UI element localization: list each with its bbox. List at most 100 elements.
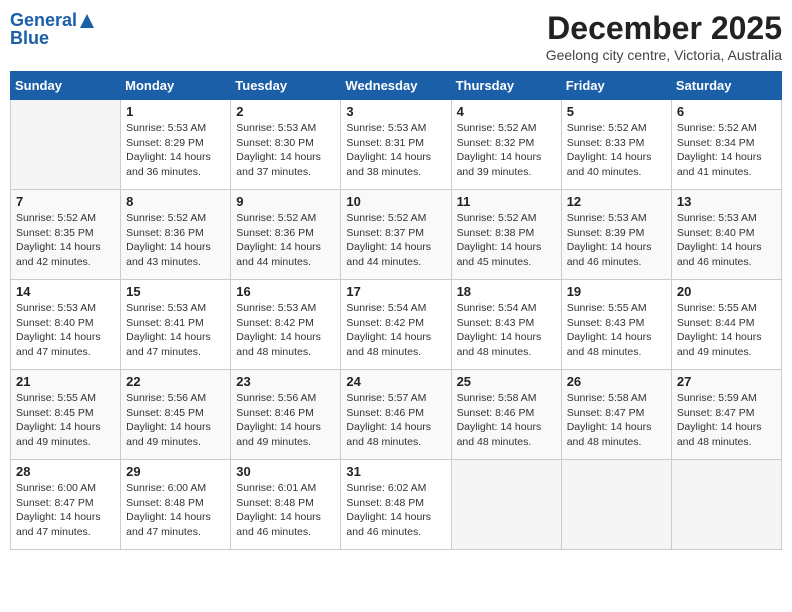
- calendar-cell: [451, 460, 561, 550]
- day-info: Sunrise: 5:53 AMSunset: 8:42 PMDaylight:…: [236, 301, 335, 360]
- day-number: 15: [126, 284, 225, 299]
- day-info: Sunrise: 6:00 AMSunset: 8:47 PMDaylight:…: [16, 481, 115, 540]
- calendar-cell: 31 Sunrise: 6:02 AMSunset: 8:48 PMDayligh…: [341, 460, 451, 550]
- day-number: 24: [346, 374, 445, 389]
- calendar-cell: 17 Sunrise: 5:54 AMSunset: 8:42 PMDayligh…: [341, 280, 451, 370]
- calendar-cell: 6Sunrise: 5:52 AMSunset: 8:34 PMDaylight…: [671, 100, 781, 190]
- day-number: 5: [567, 104, 666, 119]
- calendar-cell: 8 Sunrise: 5:52 AMSunset: 8:36 PMDaylight…: [121, 190, 231, 280]
- calendar-header-thursday: Thursday: [451, 72, 561, 100]
- calendar-cell: 10 Sunrise: 5:52 AMSunset: 8:37 PMDayligh…: [341, 190, 451, 280]
- calendar-header-monday: Monday: [121, 72, 231, 100]
- day-number: 10: [346, 194, 445, 209]
- location-text: Geelong city centre, Victoria, Australia: [546, 47, 782, 63]
- day-number: 31: [346, 464, 445, 479]
- day-info: Sunrise: 5:53 AMSunset: 8:40 PMDaylight:…: [677, 211, 776, 270]
- day-number: 19: [567, 284, 666, 299]
- day-info: Sunrise: 5:55 AMSunset: 8:43 PMDaylight:…: [567, 301, 666, 360]
- day-number: 26: [567, 374, 666, 389]
- calendar-cell: [671, 460, 781, 550]
- day-number: 7: [16, 194, 115, 209]
- day-info: Sunrise: 5:53 AMSunset: 8:31 PMDaylight:…: [346, 121, 445, 180]
- day-info: Sunrise: 5:54 AMSunset: 8:42 PMDaylight:…: [346, 301, 445, 360]
- day-number: 16: [236, 284, 335, 299]
- calendar-week-row: 14 Sunrise: 5:53 AMSunset: 8:40 PMDayligh…: [11, 280, 782, 370]
- day-info: Sunrise: 5:56 AMSunset: 8:45 PMDaylight:…: [126, 391, 225, 450]
- calendar-cell: 16 Sunrise: 5:53 AMSunset: 8:42 PMDayligh…: [231, 280, 341, 370]
- calendar-cell: 3 Sunrise: 5:53 AMSunset: 8:31 PMDaylight…: [341, 100, 451, 190]
- day-info: Sunrise: 5:53 AMSunset: 8:29 PMDaylight:…: [126, 121, 225, 180]
- calendar-cell: 4 Sunrise: 5:52 AMSunset: 8:32 PMDaylight…: [451, 100, 561, 190]
- day-info: Sunrise: 5:52 AMSunset: 8:36 PMDaylight:…: [236, 211, 335, 270]
- day-number: 17: [346, 284, 445, 299]
- page-header: General Blue December 2025 Geelong city …: [10, 10, 782, 63]
- day-number: 4: [457, 104, 556, 119]
- day-info: Sunrise: 5:52 AMSunset: 8:34 PMDaylight:…: [677, 121, 776, 180]
- calendar-header-sunday: Sunday: [11, 72, 121, 100]
- day-number: 1: [126, 104, 225, 119]
- calendar-cell: 2 Sunrise: 5:53 AMSunset: 8:30 PMDaylight…: [231, 100, 341, 190]
- calendar-cell: 12Sunrise: 5:53 AMSunset: 8:39 PMDayligh…: [561, 190, 671, 280]
- calendar-week-row: 28Sunrise: 6:00 AMSunset: 8:47 PMDayligh…: [11, 460, 782, 550]
- day-number: 21: [16, 374, 115, 389]
- day-info: Sunrise: 5:55 AMSunset: 8:45 PMDaylight:…: [16, 391, 115, 450]
- calendar-cell: 22 Sunrise: 5:56 AMSunset: 8:45 PMDayligh…: [121, 370, 231, 460]
- calendar-header-saturday: Saturday: [671, 72, 781, 100]
- day-number: 20: [677, 284, 776, 299]
- logo-blue-text: Blue: [10, 28, 96, 49]
- day-number: 14: [16, 284, 115, 299]
- day-info: Sunrise: 5:52 AMSunset: 8:36 PMDaylight:…: [126, 211, 225, 270]
- calendar-cell: 26 Sunrise: 5:58 AMSunset: 8:47 PMDayligh…: [561, 370, 671, 460]
- day-number: 27: [677, 374, 776, 389]
- calendar-cell: 27 Sunrise: 5:59 AMSunset: 8:47 PMDayligh…: [671, 370, 781, 460]
- calendar-cell: 29 Sunrise: 6:00 AMSunset: 8:48 PMDayligh…: [121, 460, 231, 550]
- calendar-cell: 18 Sunrise: 5:54 AMSunset: 8:43 PMDayligh…: [451, 280, 561, 370]
- day-number: 18: [457, 284, 556, 299]
- day-info: Sunrise: 5:53 AMSunset: 8:30 PMDaylight:…: [236, 121, 335, 180]
- calendar-cell: 14 Sunrise: 5:53 AMSunset: 8:40 PMDayligh…: [11, 280, 121, 370]
- calendar-cell: 24Sunrise: 5:57 AMSunset: 8:46 PMDayligh…: [341, 370, 451, 460]
- day-info: Sunrise: 6:00 AMSunset: 8:48 PMDaylight:…: [126, 481, 225, 540]
- day-info: Sunrise: 5:56 AMSunset: 8:46 PMDaylight:…: [236, 391, 335, 450]
- calendar-cell: 20Sunrise: 5:55 AMSunset: 8:44 PMDayligh…: [671, 280, 781, 370]
- logo-icon: [78, 12, 96, 30]
- day-number: 8: [126, 194, 225, 209]
- calendar-cell: 5Sunrise: 5:52 AMSunset: 8:33 PMDaylight…: [561, 100, 671, 190]
- day-info: Sunrise: 5:53 AMSunset: 8:41 PMDaylight:…: [126, 301, 225, 360]
- day-number: 9: [236, 194, 335, 209]
- day-info: Sunrise: 5:53 AMSunset: 8:39 PMDaylight:…: [567, 211, 666, 270]
- day-number: 2: [236, 104, 335, 119]
- calendar-week-row: 7Sunrise: 5:52 AMSunset: 8:35 PMDaylight…: [11, 190, 782, 280]
- calendar-cell: 11 Sunrise: 5:52 AMSunset: 8:38 PMDayligh…: [451, 190, 561, 280]
- title-section: December 2025 Geelong city centre, Victo…: [546, 10, 782, 63]
- calendar-cell: 1 Sunrise: 5:53 AMSunset: 8:29 PMDaylight…: [121, 100, 231, 190]
- month-title: December 2025: [546, 10, 782, 47]
- calendar-header-friday: Friday: [561, 72, 671, 100]
- calendar-cell: [561, 460, 671, 550]
- day-info: Sunrise: 5:59 AMSunset: 8:47 PMDaylight:…: [677, 391, 776, 450]
- day-number: 25: [457, 374, 556, 389]
- calendar-cell: [11, 100, 121, 190]
- day-number: 11: [457, 194, 556, 209]
- calendar-cell: 13Sunrise: 5:53 AMSunset: 8:40 PMDayligh…: [671, 190, 781, 280]
- day-info: Sunrise: 5:52 AMSunset: 8:38 PMDaylight:…: [457, 211, 556, 270]
- day-info: Sunrise: 5:58 AMSunset: 8:47 PMDaylight:…: [567, 391, 666, 450]
- day-number: 29: [126, 464, 225, 479]
- calendar-cell: 30 Sunrise: 6:01 AMSunset: 8:48 PMDayligh…: [231, 460, 341, 550]
- calendar-cell: 23 Sunrise: 5:56 AMSunset: 8:46 PMDayligh…: [231, 370, 341, 460]
- calendar-table: SundayMondayTuesdayWednesdayThursdayFrid…: [10, 71, 782, 550]
- day-info: Sunrise: 5:54 AMSunset: 8:43 PMDaylight:…: [457, 301, 556, 360]
- logo: General Blue: [10, 10, 96, 49]
- calendar-cell: 15 Sunrise: 5:53 AMSunset: 8:41 PMDayligh…: [121, 280, 231, 370]
- day-number: 22: [126, 374, 225, 389]
- day-info: Sunrise: 6:01 AMSunset: 8:48 PMDaylight:…: [236, 481, 335, 540]
- day-info: Sunrise: 5:52 AMSunset: 8:37 PMDaylight:…: [346, 211, 445, 270]
- day-info: Sunrise: 5:53 AMSunset: 8:40 PMDaylight:…: [16, 301, 115, 360]
- day-info: Sunrise: 5:52 AMSunset: 8:32 PMDaylight:…: [457, 121, 556, 180]
- day-number: 3: [346, 104, 445, 119]
- day-info: Sunrise: 6:02 AMSunset: 8:48 PMDaylight:…: [346, 481, 445, 540]
- calendar-cell: 7Sunrise: 5:52 AMSunset: 8:35 PMDaylight…: [11, 190, 121, 280]
- day-number: 30: [236, 464, 335, 479]
- day-number: 23: [236, 374, 335, 389]
- calendar-header-wednesday: Wednesday: [341, 72, 451, 100]
